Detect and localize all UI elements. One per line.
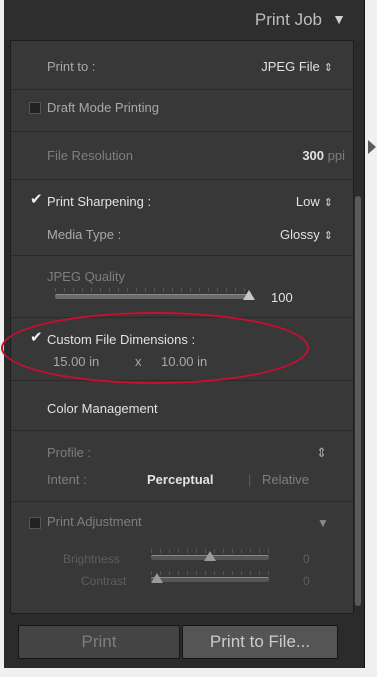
print-to-value: JPEG File [261, 59, 320, 74]
jpeg-quality-value[interactable]: 100 [271, 290, 293, 305]
up-down-arrows-icon: ⇕ [323, 230, 333, 242]
jpeg-quality-label: JPEG Quality [47, 269, 126, 284]
profile-label: Profile : [47, 445, 92, 460]
divider [11, 131, 353, 132]
panel-title: Print Job [254, 10, 322, 29]
checkmark-icon[interactable]: ✔ [30, 330, 43, 345]
print-button[interactable]: Print [18, 625, 180, 659]
intent-relative-option[interactable]: Relative [262, 472, 309, 487]
contrast-label: Contrast [81, 574, 127, 588]
contrast-value[interactable]: 0 [303, 574, 310, 588]
intent-label: Intent : [47, 472, 87, 487]
triangle-down-icon[interactable]: ▼ [332, 11, 346, 27]
print-to-label: Print to : [47, 59, 96, 74]
panel-scrollbar[interactable] [355, 196, 361, 606]
draft-mode-checkbox[interactable] [29, 102, 41, 114]
file-resolution-field[interactable]: 300 ppi [302, 148, 345, 163]
print-sharpening-select[interactable]: Low ⇕ [296, 194, 333, 209]
divider [11, 430, 353, 431]
custom-dimensions-label: Custom File Dimensions : [47, 332, 196, 347]
divider [11, 255, 353, 256]
dimension-separator: x [135, 354, 142, 369]
print-adjustment-checkbox[interactable] [29, 517, 41, 529]
color-management-title: Color Management [47, 401, 158, 416]
panel-header[interactable]: Print Job ▼ [4, 0, 364, 40]
contrast-slider[interactable] [151, 577, 269, 582]
draft-mode-label: Draft Mode Printing [47, 100, 159, 115]
divider [11, 89, 353, 90]
up-down-arrows-icon: ⇕ [323, 197, 333, 209]
jpeg-quality-slider-knob[interactable] [243, 290, 255, 300]
contrast-ticks [151, 571, 269, 575]
contrast-slider-knob[interactable] [150, 573, 163, 583]
print-job-panel: Print Job ▼ Print to : JPEG File ⇕ Draft … [4, 0, 365, 668]
divider [11, 179, 353, 180]
print-sharpening-label: Print Sharpening : [47, 194, 152, 209]
up-down-arrows-icon: ⇕ [323, 62, 333, 74]
jpeg-quality-slider[interactable] [55, 294, 249, 299]
print-to-file-button[interactable]: Print to File... [182, 625, 338, 659]
up-down-arrows-icon[interactable]: ⇕ [316, 445, 327, 461]
divider [11, 380, 353, 381]
media-type-value: Glossy [280, 227, 320, 242]
triangle-right-icon[interactable] [368, 140, 376, 154]
intent-divider: | [248, 472, 252, 487]
triangle-down-icon[interactable]: ▼ [317, 516, 329, 530]
jpeg-quality-ticks [55, 288, 249, 292]
divider [11, 317, 353, 318]
brightness-slider-knob[interactable] [204, 551, 216, 561]
checkmark-icon[interactable]: ✔ [30, 192, 43, 207]
file-resolution-value: 300 [302, 148, 325, 163]
file-resolution-label: File Resolution [47, 148, 133, 163]
settings-panel: Print to : JPEG File ⇕ Draft Mode Printin… [10, 40, 354, 614]
file-resolution-unit: ppi [327, 148, 345, 163]
brightness-label: Brightness [63, 552, 120, 566]
print-sharpening-value: Low [295, 194, 320, 209]
media-type-select[interactable]: Glossy ⇕ [280, 227, 333, 242]
custom-height-field[interactable]: 10.00 in [161, 354, 207, 369]
print-adjustment-label: Print Adjustment [47, 514, 142, 529]
divider [11, 501, 353, 502]
brightness-value[interactable]: 0 [303, 552, 310, 566]
media-type-label: Media Type : [47, 227, 122, 242]
custom-width-field[interactable]: 15.00 in [53, 354, 99, 369]
intent-perceptual-option[interactable]: Perceptual [147, 472, 213, 487]
print-to-select[interactable]: JPEG File ⇕ [261, 59, 333, 74]
